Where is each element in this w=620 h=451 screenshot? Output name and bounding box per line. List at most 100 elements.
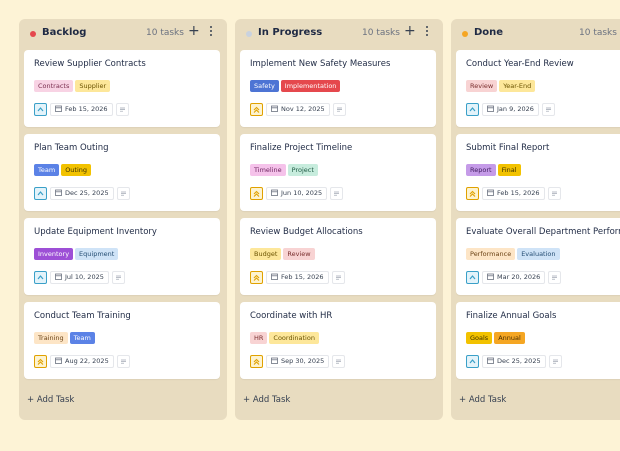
notes-icon[interactable] bbox=[332, 103, 346, 116]
card-meta: Nov 12, 2025 bbox=[250, 103, 346, 116]
priority-high-icon[interactable] bbox=[250, 271, 263, 284]
priority-up-icon[interactable] bbox=[34, 187, 47, 200]
notes-icon[interactable] bbox=[331, 271, 345, 284]
task-card[interactable]: Review Budget Allocations Budget Review Feb… bbox=[240, 218, 436, 295]
due-date-text: Mar 20, 2026 bbox=[497, 273, 541, 281]
card-meta: Jun 10, 2025 bbox=[250, 187, 344, 200]
priority-high-icon[interactable] bbox=[466, 187, 479, 200]
tag-badge: Inventory bbox=[34, 248, 74, 260]
task-card[interactable]: Conduct Year-End Review Review Year-End Jan… bbox=[456, 50, 620, 127]
column-backlog: Backlog 10 tasks + Review Supplier Contract… bbox=[19, 19, 227, 420]
due-date-text: Jan 9, 2026 bbox=[497, 105, 534, 113]
kanban-board: Backlog 10 tasks + Review Supplier Contract… bbox=[19, 19, 620, 420]
task-title: Conduct Team Training bbox=[34, 311, 131, 321]
calendar-icon bbox=[271, 273, 278, 280]
due-date-text: Nov 12, 2025 bbox=[281, 105, 325, 113]
add-task-button[interactable]: + Add Task bbox=[243, 395, 290, 405]
tag-list: Team Outing bbox=[34, 164, 93, 176]
notes-icon[interactable] bbox=[548, 355, 562, 368]
task-card[interactable]: Review Supplier Contracts Contracts Suppli… bbox=[24, 50, 220, 127]
priority-up-icon[interactable] bbox=[466, 355, 479, 368]
task-card[interactable]: Finalize Annual Goals Goals Annual Dec 25, … bbox=[456, 302, 620, 379]
due-date[interactable]: Feb 15, 2026 bbox=[50, 103, 113, 116]
add-task-button[interactable]: + Add Task bbox=[459, 395, 506, 405]
priority-high-icon[interactable] bbox=[250, 103, 263, 116]
due-date-text: Feb 15, 2026 bbox=[65, 105, 108, 113]
calendar-icon bbox=[55, 105, 62, 112]
add-card-button[interactable]: + bbox=[404, 24, 416, 38]
status-dot bbox=[30, 31, 36, 37]
task-title: Implement New Safety Measures bbox=[250, 59, 391, 69]
task-card[interactable]: Plan Team Outing Team Outing Dec 25, 2025 bbox=[24, 134, 220, 211]
tag-list: Training Team bbox=[34, 332, 97, 344]
notes-icon[interactable] bbox=[116, 187, 130, 200]
due-date[interactable]: Jul 10, 2025 bbox=[50, 271, 109, 284]
tag-badge: Outing bbox=[61, 164, 92, 176]
tag-badge: Year-End bbox=[499, 80, 536, 92]
task-card[interactable]: Coordinate with HR HR Coordination Sep 30, … bbox=[240, 302, 436, 379]
due-date-text: Aug 22, 2025 bbox=[65, 357, 109, 365]
priority-high-icon[interactable] bbox=[34, 355, 47, 368]
add-task-button[interactable]: + Add Task bbox=[27, 395, 74, 405]
card-meta: Feb 15, 2026 bbox=[466, 187, 561, 200]
add-card-button[interactable]: + bbox=[188, 24, 200, 38]
notes-icon[interactable] bbox=[547, 187, 561, 200]
card-meta: Dec 25, 2025 bbox=[34, 187, 130, 200]
task-title: Submit Final Report bbox=[466, 143, 550, 153]
card-meta: Jan 9, 2026 bbox=[466, 103, 555, 116]
due-date[interactable]: Aug 22, 2025 bbox=[50, 355, 114, 368]
task-card[interactable]: Finalize Project Timeline Timeline Project… bbox=[240, 134, 436, 211]
due-date[interactable]: Jan 9, 2026 bbox=[482, 103, 539, 116]
due-date-text: Dec 25, 2025 bbox=[497, 357, 541, 365]
priority-high-icon[interactable] bbox=[250, 355, 263, 368]
card-list: Review Supplier Contracts Contracts Suppli… bbox=[24, 50, 220, 386]
tag-list: Budget Review bbox=[250, 248, 317, 260]
task-card[interactable]: Submit Final Report Report Final Feb 15, 20… bbox=[456, 134, 620, 211]
notes-icon[interactable] bbox=[111, 271, 125, 284]
priority-up-icon[interactable] bbox=[34, 103, 47, 116]
tag-badge: Team bbox=[34, 164, 60, 176]
task-card[interactable]: Implement New Safety Measures Safety Imple… bbox=[240, 50, 436, 127]
task-card[interactable]: Conduct Team Training Training Team Aug 22,… bbox=[24, 302, 220, 379]
calendar-icon bbox=[55, 273, 62, 280]
notes-icon[interactable] bbox=[330, 187, 344, 200]
task-card[interactable]: Evaluate Overall Department Performance P… bbox=[456, 218, 620, 295]
due-date[interactable]: Sep 30, 2025 bbox=[266, 355, 330, 368]
notes-icon[interactable] bbox=[116, 355, 130, 368]
status-dot bbox=[246, 31, 252, 37]
tag-badge: HR bbox=[250, 332, 268, 344]
due-date[interactable]: Dec 25, 2025 bbox=[482, 355, 546, 368]
tag-badge: Coordination bbox=[269, 332, 319, 344]
tag-list: Performance Evaluation bbox=[466, 248, 562, 260]
tag-list: Goals Annual bbox=[466, 332, 527, 344]
task-title: Coordinate with HR bbox=[250, 311, 333, 321]
notes-icon[interactable] bbox=[332, 355, 346, 368]
column-title: Backlog bbox=[42, 27, 87, 38]
due-date[interactable]: Feb 15, 2026 bbox=[482, 187, 545, 200]
card-meta: Dec 25, 2025 bbox=[466, 355, 562, 368]
priority-high-icon[interactable] bbox=[250, 187, 263, 200]
more-options-icon[interactable] bbox=[209, 26, 213, 38]
due-date[interactable]: Nov 12, 2025 bbox=[266, 103, 330, 116]
tag-badge: Final bbox=[497, 164, 521, 176]
more-options-icon[interactable] bbox=[425, 26, 429, 38]
priority-up-icon[interactable] bbox=[34, 271, 47, 284]
task-card[interactable]: Update Equipment Inventory Inventory Equip… bbox=[24, 218, 220, 295]
due-date[interactable]: Mar 20, 2026 bbox=[482, 271, 546, 284]
priority-up-icon[interactable] bbox=[466, 103, 479, 116]
due-date[interactable]: Dec 25, 2025 bbox=[50, 187, 114, 200]
tag-badge: Review bbox=[466, 80, 498, 92]
due-date[interactable]: Jun 10, 2025 bbox=[266, 187, 328, 200]
calendar-icon bbox=[55, 357, 62, 364]
notes-icon[interactable] bbox=[541, 103, 555, 116]
card-meta: Sep 30, 2025 bbox=[250, 355, 346, 368]
priority-up-icon[interactable] bbox=[466, 271, 479, 284]
notes-icon[interactable] bbox=[115, 103, 129, 116]
tag-list: Inventory Equipment bbox=[34, 248, 120, 260]
task-count: 10 tasks bbox=[579, 28, 617, 38]
tag-list: HR Coordination bbox=[250, 332, 321, 344]
notes-icon[interactable] bbox=[548, 271, 562, 284]
tag-badge: Goals bbox=[466, 332, 493, 344]
task-title: Conduct Year-End Review bbox=[466, 59, 574, 69]
due-date[interactable]: Feb 15, 2026 bbox=[266, 271, 329, 284]
